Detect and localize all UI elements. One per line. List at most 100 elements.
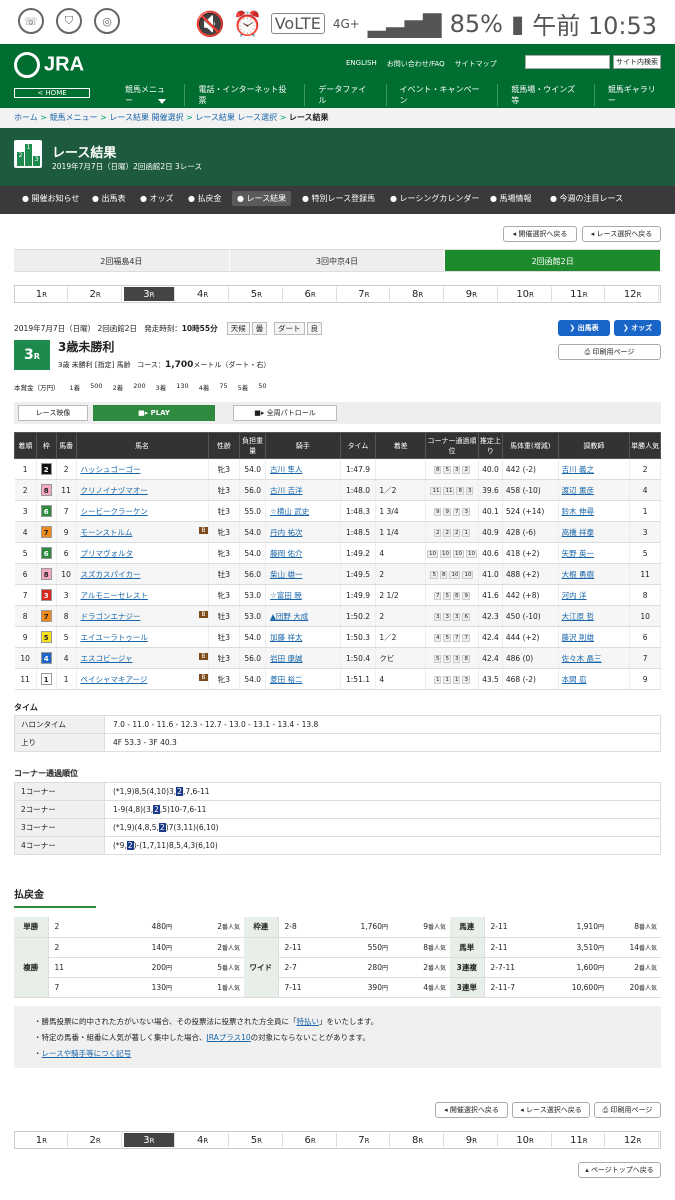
- horse-name-cell[interactable]: ハッシュゴーゴー: [76, 458, 209, 480]
- meet-select-back-button-bottom[interactable]: ◂ 開催選択へ戻る: [435, 1102, 508, 1118]
- horse-name[interactable]: モーンストルム: [81, 528, 133, 537]
- horse-name[interactable]: プリマヴォルタ: [81, 549, 134, 558]
- jockey-link[interactable]: ☆横山 武史: [265, 500, 341, 522]
- race-tab-3[interactable]: 3R: [123, 287, 176, 301]
- horse-name[interactable]: エイユーラトゥール: [81, 633, 148, 642]
- race-tab-12[interactable]: 12R: [607, 287, 659, 301]
- race-tab-1[interactable]: 1R: [16, 1133, 68, 1147]
- race-tab-9[interactable]: 9R: [446, 287, 498, 301]
- crumb-menu[interactable]: 競馬メニュー: [50, 113, 98, 122]
- sitemap-link[interactable]: サイトマップ: [455, 59, 497, 69]
- horse-name[interactable]: ドラゴンエナジー: [81, 612, 141, 621]
- race-tab-8[interactable]: 8R: [392, 1133, 444, 1147]
- subnav-results[interactable]: ● レース結果: [232, 191, 292, 206]
- print-button-bottom[interactable]: ⎙ 印刷用ページ: [594, 1102, 661, 1118]
- jra-logo[interactable]: JRA: [14, 52, 84, 78]
- english-link[interactable]: ENGLISH: [346, 59, 377, 69]
- trainer-link[interactable]: 鈴木 伸尋: [558, 500, 631, 522]
- site-search-button[interactable]: サイト内検索: [613, 55, 661, 69]
- trainer-link[interactable]: 矢野 英一: [558, 542, 631, 564]
- subnav-special[interactable]: ● 特別レース登録馬: [302, 193, 375, 204]
- page-top-button[interactable]: ▴ ページトップへ戻る: [578, 1162, 661, 1178]
- race-tab-8[interactable]: 8R: [392, 287, 444, 301]
- race-tab-2[interactable]: 2R: [69, 1133, 122, 1147]
- horse-name[interactable]: ペイシャマキアージ: [81, 675, 148, 684]
- nav-datafile[interactable]: データファイル: [304, 84, 385, 106]
- faq-link[interactable]: お問い合わせ/FAQ: [387, 59, 445, 69]
- entries-button[interactable]: ❯ 出馬表: [558, 320, 610, 336]
- patrol-button[interactable]: ■▸ 全周パトロール: [233, 405, 337, 421]
- jockey-link[interactable]: 加藤 祥太: [265, 626, 341, 648]
- trainer-link[interactable]: 吉川 義之: [558, 458, 631, 480]
- horse-name[interactable]: エスコビージャ: [81, 654, 133, 663]
- jockey-link[interactable]: 菱田 裕二: [265, 668, 341, 690]
- jockey-link[interactable]: 丹内 祐次: [265, 521, 341, 543]
- subnav-entries[interactable]: ● 出馬表: [92, 193, 126, 204]
- horse-name-cell[interactable]: スズカスパイカー: [76, 563, 209, 585]
- meeting-tab-fukushima[interactable]: 2回福島4日: [14, 250, 230, 271]
- trainer-link[interactable]: 渡辺 薫彦: [558, 479, 631, 501]
- crumb-race-select[interactable]: レース結果 レース選択: [195, 113, 277, 122]
- trainer-link[interactable]: 本間 忍: [558, 668, 631, 690]
- race-select-back-button[interactable]: ◂ レース選択へ戻る: [582, 226, 661, 242]
- horse-name-cell[interactable]: エイユーラトゥール: [76, 626, 209, 648]
- meeting-tab-chukyo[interactable]: 3回中京4日: [229, 250, 446, 271]
- nav-keiba-menu[interactable]: 競馬メニュー: [112, 84, 184, 106]
- horse-name-cell[interactable]: ペイシャマキアージ B: [76, 668, 209, 690]
- jockey-link[interactable]: 古川 吉洋: [265, 479, 341, 501]
- trainer-link[interactable]: 河内 洋: [558, 584, 631, 606]
- subnav-calendar[interactable]: ● レーシングカレンダー: [390, 193, 479, 204]
- race-tab-5[interactable]: 5R: [231, 287, 283, 301]
- jockey-link[interactable]: 古川 隼人: [265, 458, 341, 480]
- race-tab-9[interactable]: 9R: [446, 1133, 498, 1147]
- crumb-meet-select[interactable]: レース結果 開催選択: [109, 113, 183, 122]
- horse-name[interactable]: シービークラーケン: [81, 507, 148, 516]
- race-tab-5[interactable]: 5R: [231, 1133, 283, 1147]
- horse-name[interactable]: クリノイナヅマオー: [81, 486, 148, 495]
- trainer-link[interactable]: 高橋 祥泰: [558, 521, 631, 543]
- symbols-link[interactable]: レースや騎手等につく記号: [42, 1049, 132, 1058]
- site-search-input[interactable]: [525, 55, 610, 69]
- subnav-payout[interactable]: ● 払戻金: [188, 193, 222, 204]
- race-tab-3[interactable]: 3R: [123, 1133, 176, 1147]
- race-tab-6[interactable]: 6R: [284, 287, 337, 301]
- play-button[interactable]: ■▸ PLAY: [93, 405, 215, 421]
- race-tab-2[interactable]: 2R: [69, 287, 122, 301]
- race-tab-4[interactable]: 4R: [177, 1133, 229, 1147]
- horse-name-cell[interactable]: アルモニーセレスト: [76, 584, 209, 606]
- print-button[interactable]: ⎙ 印刷用ページ: [558, 344, 661, 360]
- horse-name-cell[interactable]: シービークラーケン: [76, 500, 209, 522]
- subnav-odds[interactable]: ● オッズ: [140, 193, 174, 204]
- jockey-link[interactable]: 岩田 康誠: [265, 647, 341, 669]
- nav-racecourses[interactable]: 競馬場・ウインズ等: [497, 84, 594, 106]
- crumb-home[interactable]: ホーム: [14, 113, 38, 122]
- race-tab-10[interactable]: 10R: [499, 1133, 552, 1147]
- horse-name-cell[interactable]: エスコビージャ B: [76, 647, 209, 669]
- subnav-notice[interactable]: ● 開催お知らせ: [22, 193, 79, 204]
- jra-plus10-link[interactable]: JRAプラス10: [207, 1033, 251, 1042]
- race-tab-1[interactable]: 1R: [16, 287, 68, 301]
- horse-name-cell[interactable]: モーンストルム B: [76, 521, 209, 543]
- jockey-link[interactable]: 藤岡 佑介: [265, 542, 341, 564]
- race-tab-4[interactable]: 4R: [177, 287, 229, 301]
- trainer-link[interactable]: 藤沢 則雄: [558, 626, 631, 648]
- meeting-tab-hakodate[interactable]: 2回函館2日: [445, 250, 662, 271]
- race-select-back-button-bottom[interactable]: ◂ レース選択へ戻る: [512, 1102, 590, 1118]
- horse-name[interactable]: スズカスパイカー: [81, 570, 141, 579]
- race-tab-6[interactable]: 6R: [284, 1133, 337, 1147]
- trainer-link[interactable]: 大江原 哲: [558, 605, 631, 627]
- race-tab-11[interactable]: 11R: [553, 1133, 606, 1147]
- horse-name-cell[interactable]: ドラゴンエナジー B: [76, 605, 209, 627]
- race-tab-10[interactable]: 10R: [499, 287, 552, 301]
- trainer-link[interactable]: 佐々木 晶三: [558, 647, 631, 669]
- jockey-link[interactable]: 柴山 雄一: [265, 563, 341, 585]
- horse-name[interactable]: アルモニーセレスト: [81, 591, 148, 600]
- trainer-link[interactable]: 大根 勇樹: [558, 563, 631, 585]
- nav-events[interactable]: イベント・キャンペーン: [385, 84, 498, 106]
- horse-name[interactable]: ハッシュゴーゴー: [81, 465, 141, 474]
- subnav-featured[interactable]: ● 今週の注目レース: [550, 193, 623, 204]
- horse-name-cell[interactable]: プリマヴォルタ: [76, 542, 209, 564]
- race-tab-11[interactable]: 11R: [553, 287, 606, 301]
- nav-voting[interactable]: 電話・インターネット投票: [184, 84, 304, 106]
- jockey-link[interactable]: ☆富田 暁: [265, 584, 341, 606]
